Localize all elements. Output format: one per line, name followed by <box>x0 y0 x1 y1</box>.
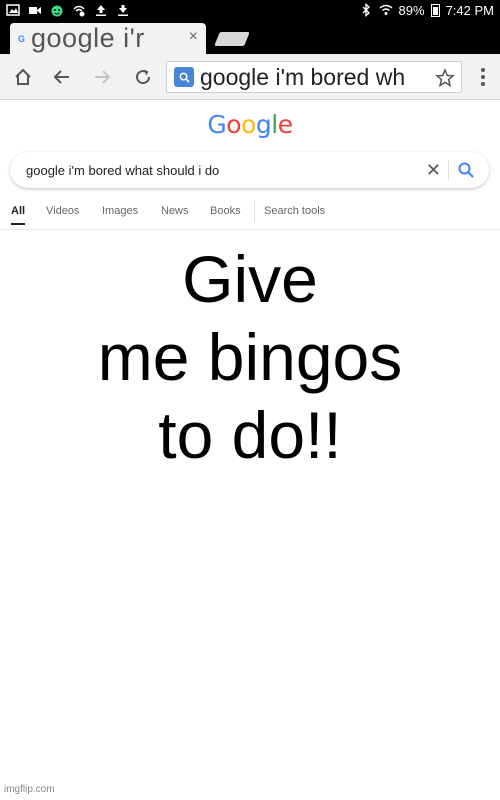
caption-line: Give <box>182 242 318 316</box>
search-query-text[interactable]: google i'm bored what should i do <box>26 163 219 178</box>
logo-letter: o <box>241 110 256 139</box>
logo-letter: g <box>255 110 272 139</box>
caption-line: me bingos <box>97 320 403 394</box>
browser-toolbar: google i'm bored wh <box>0 54 500 100</box>
overflow-menu-icon[interactable] <box>476 66 490 88</box>
google-logo[interactable]: Google <box>0 110 500 139</box>
logo-letter: e <box>277 110 293 139</box>
download-icon <box>116 3 130 17</box>
status-left-icons <box>6 3 130 17</box>
browser-tab[interactable]: G google i'r × <box>10 23 206 54</box>
google-favicon-icon: G <box>18 33 26 44</box>
home-icon[interactable] <box>12 66 34 88</box>
signal-icon <box>379 3 393 17</box>
tab-books[interactable]: Books <box>210 205 241 217</box>
tab-videos[interactable]: Videos <box>46 205 79 217</box>
search-icon <box>174 67 194 87</box>
caption-line: to do!! <box>158 398 342 472</box>
logo-letter: o <box>226 110 242 139</box>
android-icon <box>50 3 64 17</box>
back-icon[interactable] <box>51 66 73 88</box>
video-icon <box>28 3 42 17</box>
search-divider <box>448 160 449 180</box>
reload-icon[interactable] <box>132 66 154 88</box>
clear-search-icon[interactable]: ✕ <box>426 160 441 180</box>
wifi-sync-icon <box>72 3 86 17</box>
tab-search-tools[interactable]: Search tools <box>264 205 325 217</box>
status-bar: 89% 7:42 PM <box>0 0 500 20</box>
tab-title: google i'r <box>31 23 145 53</box>
tab-news[interactable]: News <box>161 205 189 217</box>
tabs-divider <box>254 200 255 222</box>
battery-icon <box>430 3 440 17</box>
watermark: imgflip.com <box>4 784 55 795</box>
upload-icon <box>94 3 108 17</box>
image-icon <box>6 3 20 17</box>
logo-letter: G <box>207 110 227 139</box>
status-right: 89% 7:42 PM <box>359 3 494 18</box>
search-icon[interactable] <box>457 161 475 179</box>
close-tab-icon[interactable]: × <box>189 28 198 46</box>
bluetooth-icon <box>359 3 373 17</box>
tab-strip: G google i'r × <box>0 20 500 54</box>
tab-images[interactable]: Images <box>102 205 138 217</box>
clock: 7:42 PM <box>445 2 494 18</box>
address-bar[interactable]: google i'm bored wh <box>166 61 462 93</box>
forward-icon[interactable] <box>91 66 113 88</box>
bookmark-star-icon[interactable] <box>435 68 455 88</box>
address-bar-text[interactable]: google i'm bored wh <box>200 64 432 91</box>
search-input[interactable]: google i'm bored what should i do ✕ <box>10 152 489 188</box>
meme-caption: Give me bingos to do!! <box>0 240 500 474</box>
new-tab-button[interactable] <box>214 32 250 46</box>
results-tabs: All Videos Images News Books Search tool… <box>0 200 500 230</box>
battery-percent: 89% <box>398 2 425 18</box>
tab-all[interactable]: All <box>11 205 26 225</box>
